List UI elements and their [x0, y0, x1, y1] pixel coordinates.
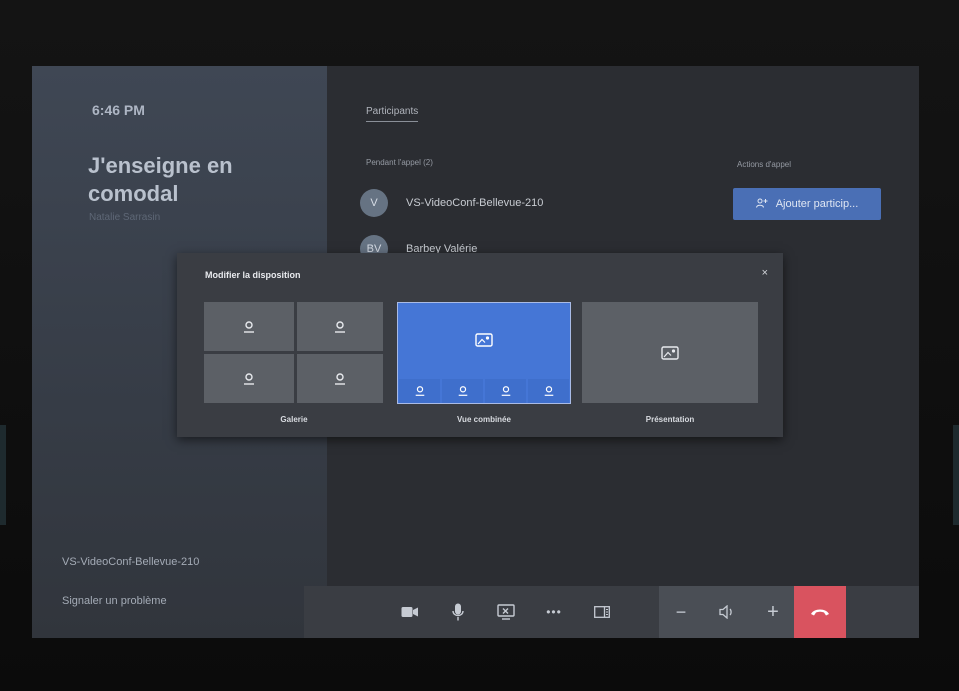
more-options-button[interactable]: ••• — [532, 586, 576, 638]
layout-option-label: Galerie — [280, 415, 308, 424]
speaker-icon — [719, 605, 732, 619]
image-icon — [661, 345, 679, 360]
dialog-title: Modifier la disposition — [205, 270, 301, 280]
participant-name: VS-VideoConf-Bellevue-210 — [406, 197, 544, 209]
camera-icon — [401, 607, 418, 617]
minus-icon: − — [675, 601, 687, 622]
layout-icon — [594, 606, 610, 618]
combined-main-view — [398, 303, 570, 377]
volume-up-button[interactable]: + — [751, 586, 795, 638]
combined-mini-tile — [399, 379, 440, 403]
add-participant-button[interactable]: Ajouter particip... — [733, 188, 881, 220]
in-call-header: Pendant l'appel (2) — [366, 158, 433, 167]
person-icon — [335, 372, 345, 385]
microphone-icon — [452, 603, 464, 621]
person-icon — [501, 386, 510, 396]
device-side-nub-left — [0, 425, 6, 525]
gallery-tile — [297, 302, 383, 351]
participant-row[interactable]: V VS-VideoConf-Bellevue-210 — [360, 186, 543, 220]
person-icon — [244, 372, 254, 385]
teams-room-screen: 6:46 PM J'enseigne en comodal Natalie Sa… — [32, 66, 919, 638]
hang-up-icon — [811, 609, 829, 616]
person-icon — [415, 386, 424, 396]
avatar: V — [360, 189, 388, 217]
layout-option-gallery[interactable]: Galerie — [204, 302, 384, 437]
layout-button[interactable] — [580, 586, 624, 638]
call-actions-header: Actions d'appel — [737, 160, 792, 169]
room-name: VS-VideoConf-Bellevue-210 — [62, 556, 200, 568]
meeting-organizer: Natalie Sarrasin — [89, 212, 161, 223]
change-layout-dialog: Modifier la disposition × Galerie Vue co… — [177, 253, 783, 437]
layout-option-combined[interactable] — [397, 302, 571, 404]
more-icon: ••• — [546, 605, 562, 619]
layout-option-label: Présentation — [645, 415, 695, 424]
microphone-button[interactable] — [436, 586, 480, 638]
clock: 6:46 PM — [92, 102, 145, 118]
plus-icon: + — [767, 600, 779, 623]
meeting-title: J'enseigne en comodal — [88, 153, 233, 206]
volume-down-button[interactable]: − — [659, 586, 703, 638]
speaker-button — [705, 586, 749, 638]
share-screen-button[interactable] — [484, 586, 528, 638]
layout-option-label: Vue combinée — [457, 415, 511, 424]
combined-mini-tile — [528, 379, 569, 403]
share-screen-icon — [497, 604, 515, 620]
image-icon — [475, 333, 493, 347]
gallery-tile — [204, 302, 294, 351]
person-icon — [335, 320, 345, 333]
close-icon[interactable]: × — [762, 267, 768, 279]
volume-controls: − + — [659, 586, 797, 638]
layout-option-presentation[interactable]: Présentation — [582, 302, 758, 437]
person-icon — [244, 320, 254, 333]
person-icon — [458, 386, 467, 396]
gallery-tile — [204, 354, 294, 403]
report-problem-link[interactable]: Signaler un problème — [62, 595, 167, 607]
combined-mini-tile — [485, 379, 526, 403]
camera-button[interactable] — [388, 586, 432, 638]
person-icon — [544, 386, 553, 396]
tab-participants[interactable]: Participants — [366, 106, 419, 122]
call-control-bar: ••• − + — [304, 586, 919, 638]
add-person-icon — [755, 198, 768, 211]
device-side-nub-right — [953, 425, 959, 525]
hang-up-button[interactable] — [794, 586, 846, 638]
gallery-tile — [297, 354, 383, 403]
presentation-tile — [582, 302, 758, 403]
combined-mini-tile — [442, 379, 483, 403]
add-participant-label: Ajouter particip... — [775, 198, 859, 210]
